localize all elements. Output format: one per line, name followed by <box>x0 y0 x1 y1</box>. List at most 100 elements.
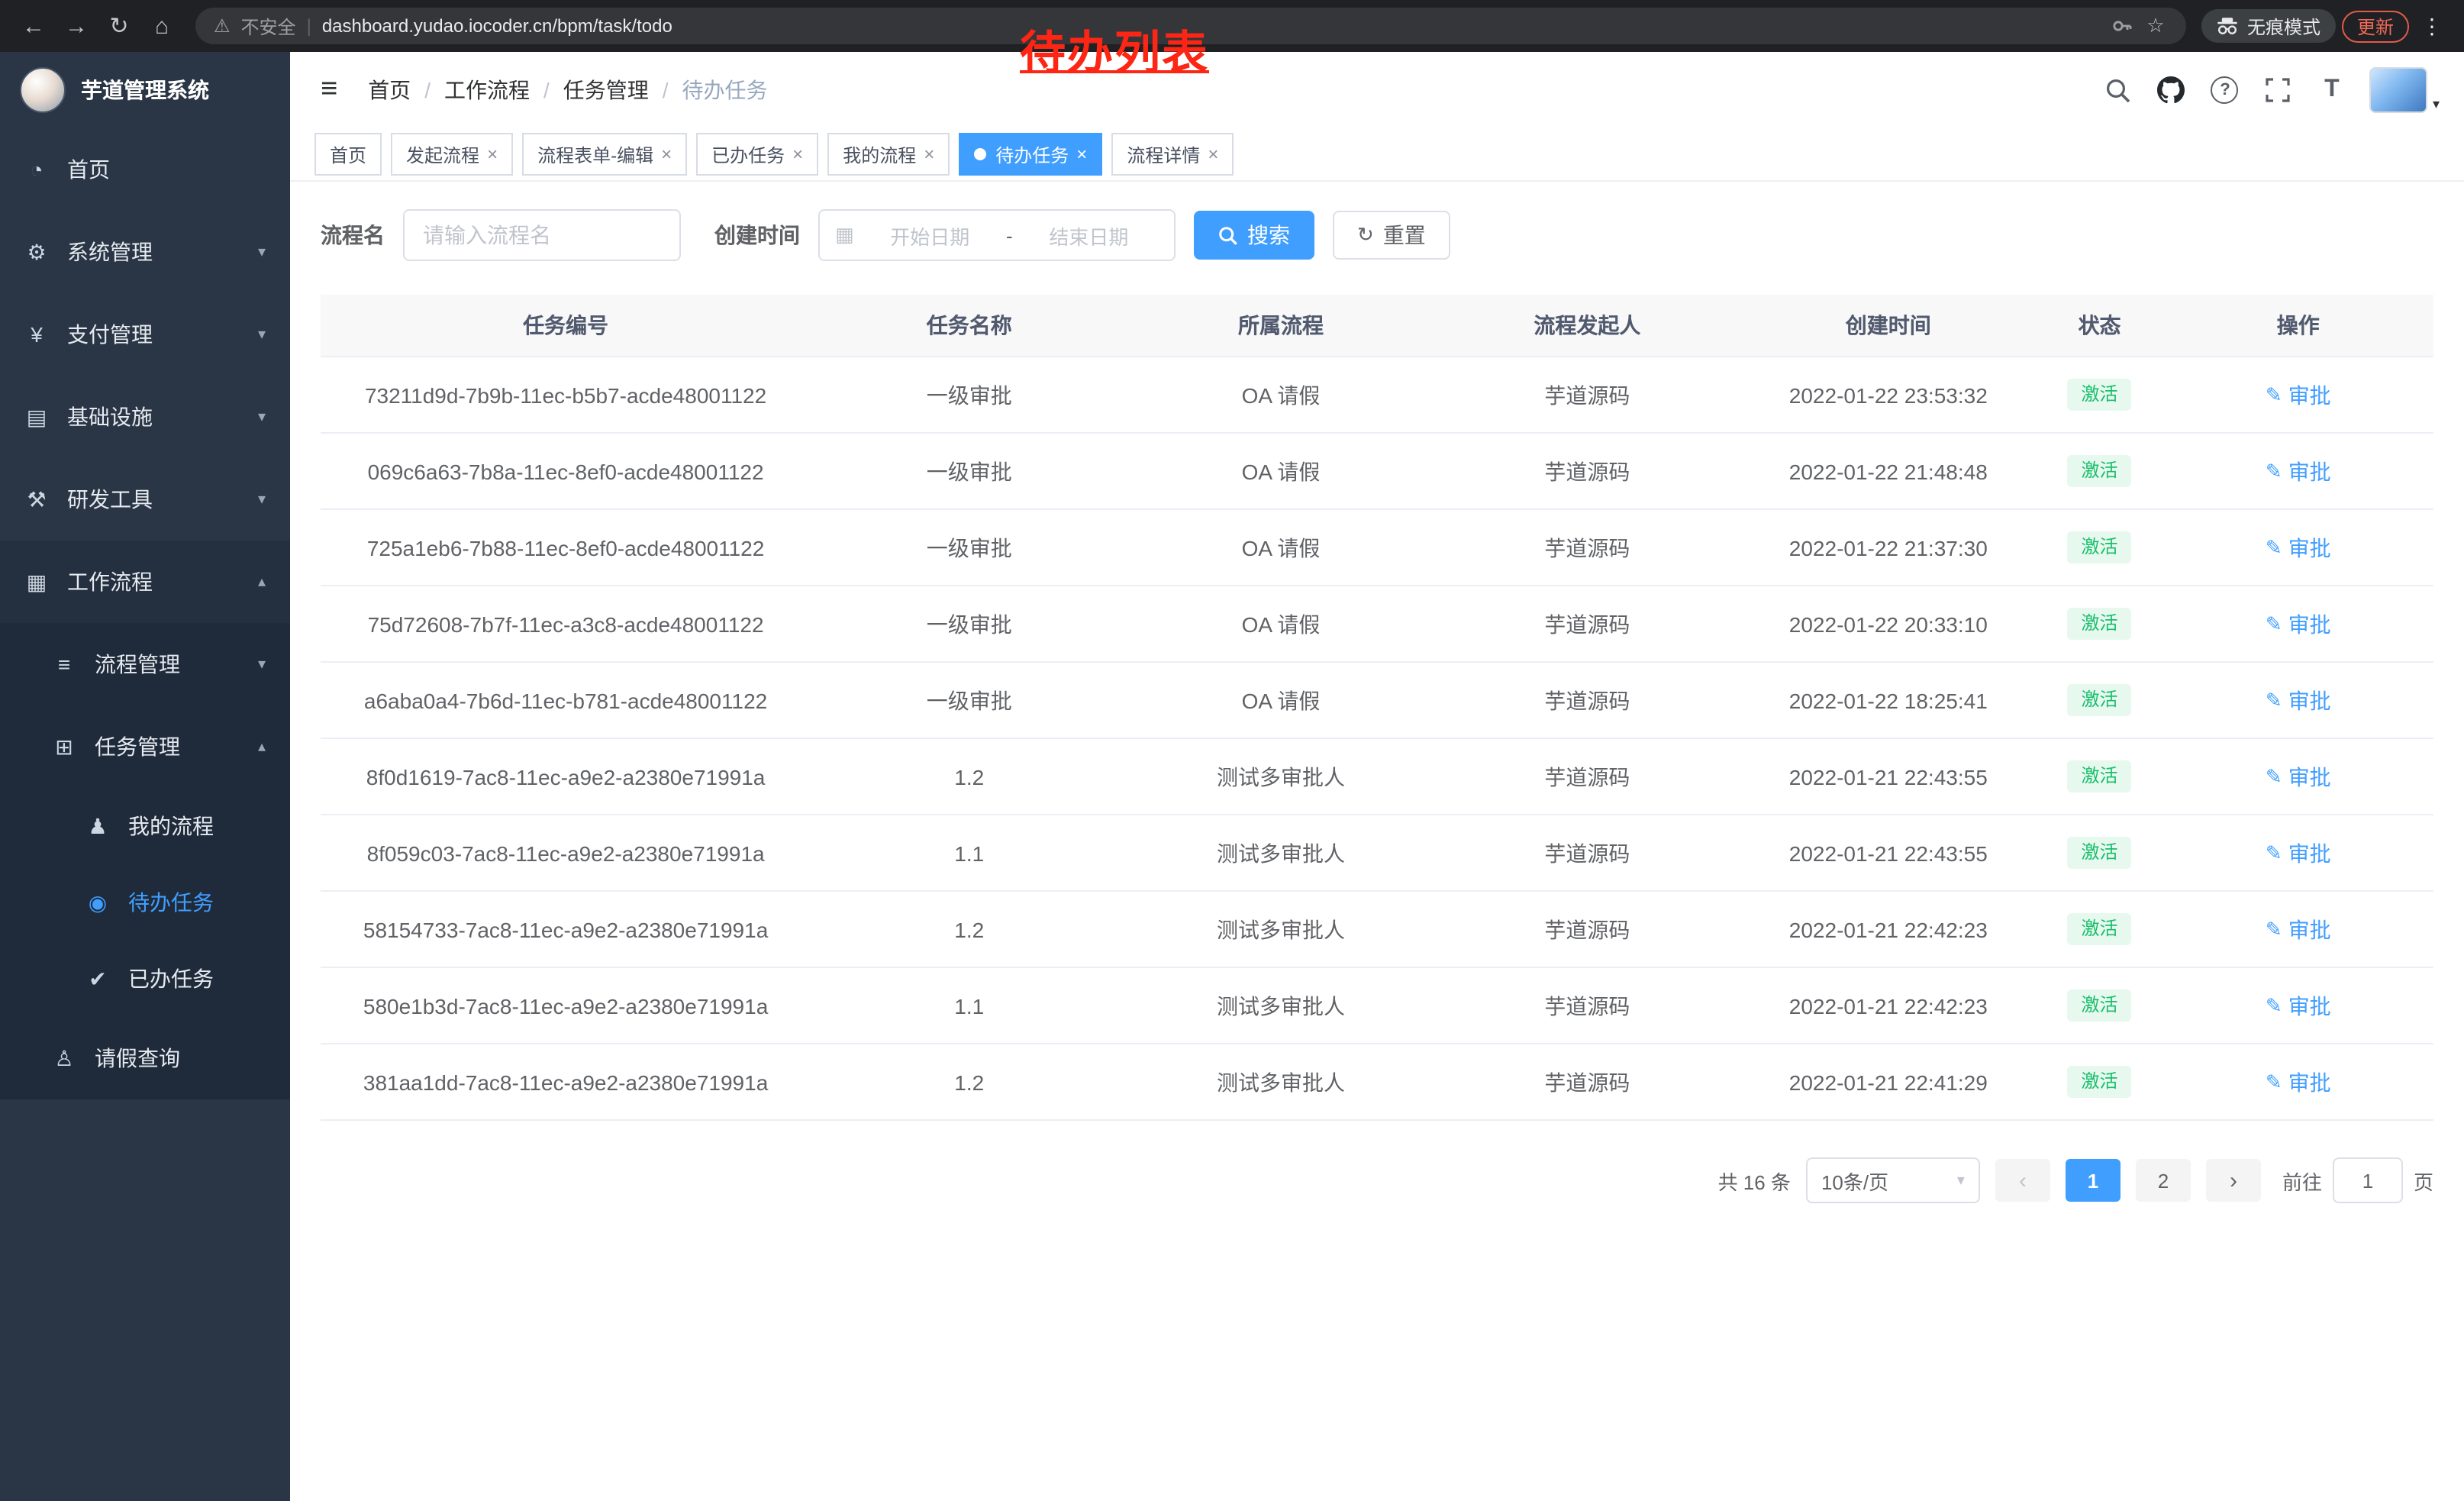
table-row: 75d72608-7b7f-11ec-a3c8-acde48001122 一级审… <box>321 586 2433 662</box>
sidebar-item-label: 研发工具 <box>67 484 153 515</box>
cell-action: ✎ 审批 <box>2163 967 2433 1044</box>
close-icon[interactable]: × <box>1076 145 1087 163</box>
breadcrumb-workflow[interactable]: 工作流程 <box>444 75 530 105</box>
approve-link[interactable]: ✎ 审批 <box>2266 914 2331 944</box>
workflow-submenu: ≡ 流程管理 ▾ ⊞ 任务管理 ▴ ♟ 我的流程 ◉ 待办任务 <box>0 623 290 1099</box>
tab-label: 流程表单-编辑 <box>537 141 653 167</box>
close-icon[interactable]: × <box>1208 145 1218 163</box>
chevron-down-icon: ▾ <box>258 326 266 343</box>
tab-start-process[interactable]: 发起流程 × <box>391 133 513 176</box>
task-table-body: 73211d9d-7b9b-11ec-b5b7-acde48001122 一级审… <box>321 357 2433 1120</box>
address-divider: | <box>307 15 311 37</box>
sidebar-item-payment-mgmt[interactable]: ¥ 支付管理 ▾ <box>0 293 290 376</box>
bookmark-star-icon[interactable]: ☆ <box>2143 8 2168 44</box>
sidebar-item-dev-tools[interactable]: ⚒ 研发工具 ▾ <box>0 458 290 541</box>
approve-link-label: 审批 <box>2288 1067 2331 1097</box>
tab-my-process[interactable]: 我的流程 × <box>827 133 950 176</box>
table-row: 58154733-7ac8-11ec-a9e2-a2380e71991a 1.2… <box>321 891 2433 967</box>
cell-starter: 芋道源码 <box>1434 891 1740 967</box>
tab-label: 我的流程 <box>843 141 916 167</box>
sidebar-item-label: 我的流程 <box>128 811 214 841</box>
sidebar-item-process-mgmt[interactable]: ≡ 流程管理 ▾ <box>0 623 290 705</box>
tab-process-form-edit[interactable]: 流程表单-编辑 × <box>522 133 687 176</box>
sidebar-item-home[interactable]: ◔ 首页 <box>0 128 290 211</box>
close-icon[interactable]: × <box>924 145 934 163</box>
sidebar-item-system-mgmt[interactable]: ⚙ 系统管理 ▾ <box>0 211 290 293</box>
process-name-input[interactable] <box>403 209 681 261</box>
status-badge: 激活 <box>2068 760 2132 792</box>
breadcrumb-home[interactable]: 首页 <box>368 75 411 105</box>
tab-done-tasks[interactable]: 已办任务 × <box>696 133 818 176</box>
approve-link[interactable]: ✎ 审批 <box>2266 532 2331 563</box>
date-range-picker[interactable]: ▦ 开始日期 - 结束日期 <box>818 209 1176 261</box>
refresh-icon[interactable]: ↻ <box>101 8 137 44</box>
cell-status: 激活 <box>2037 357 2163 433</box>
col-task-id: 任务编号 <box>321 295 811 357</box>
breadcrumb-task-mgmt[interactable]: 任务管理 <box>563 75 649 105</box>
user-menu[interactable]: ▾ <box>2370 67 2440 113</box>
app-logo[interactable]: 芋道管理系统 <box>0 52 290 128</box>
approve-link[interactable]: ✎ 审批 <box>2266 761 2331 792</box>
sidebar-item-workflow[interactable]: ▦ 工作流程 ▴ <box>0 541 290 623</box>
approve-link[interactable]: ✎ 审批 <box>2266 990 2331 1021</box>
tab-todo-tasks[interactable]: 待办任务 × <box>959 133 1102 176</box>
approve-link[interactable]: ✎ 审批 <box>2266 838 2331 868</box>
sidebar-toggle-icon[interactable]: ≡ <box>314 73 343 107</box>
sidebar-item-infrastructure[interactable]: ▤ 基础设施 ▾ <box>0 376 290 458</box>
cell-task-name: 一级审批 <box>811 509 1127 586</box>
cell-task-name: 1.2 <box>811 738 1127 815</box>
reset-button[interactable]: ↻ 重置 <box>1333 211 1450 260</box>
cell-action: ✎ 审批 <box>2163 662 2433 738</box>
next-page-button[interactable]: › <box>2206 1159 2261 1202</box>
github-icon[interactable] <box>2156 75 2187 105</box>
browser-menu-icon[interactable]: ⋮ <box>2415 13 2449 39</box>
col-created: 创建时间 <box>1740 295 2037 357</box>
approve-link-label: 审批 <box>2288 761 2331 792</box>
help-icon[interactable]: ? <box>2210 75 2240 105</box>
edit-icon: ✎ <box>2266 993 2282 1018</box>
approve-link[interactable]: ✎ 审批 <box>2266 379 2331 410</box>
search-button[interactable]: 搜索 <box>1194 211 1314 260</box>
cell-starter: 芋道源码 <box>1434 1044 1740 1120</box>
prev-page-button[interactable]: ‹ <box>1995 1159 2050 1202</box>
approve-link[interactable]: ✎ 审批 <box>2266 608 2331 639</box>
cell-task-id: 069c6a63-7b8a-11ec-8ef0-acde48001122 <box>321 433 811 509</box>
search-icon[interactable] <box>2103 75 2133 105</box>
key-icon[interactable] <box>2111 15 2133 37</box>
page-button-1[interactable]: 1 <box>2066 1159 2121 1202</box>
page-button-2[interactable]: 2 <box>2136 1159 2191 1202</box>
approve-link[interactable]: ✎ 审批 <box>2266 1067 2331 1097</box>
home-icon[interactable]: ⌂ <box>144 8 180 44</box>
fullscreen-icon[interactable] <box>2263 75 2294 105</box>
edit-icon: ✎ <box>2266 688 2282 712</box>
sidebar-item-label: 待办任务 <box>128 887 214 918</box>
sidebar-item-done-tasks[interactable]: ✔ 已办任务 <box>0 941 290 1017</box>
sidebar-item-leave-query[interactable]: ♙ 请假查询 <box>0 1017 290 1099</box>
page-size-select[interactable]: 10条/页 ▾ <box>1806 1157 1980 1203</box>
chevron-down-icon: ▾ <box>258 656 266 673</box>
text-size-icon[interactable]: T <box>2317 75 2347 105</box>
close-icon[interactable]: × <box>792 145 803 163</box>
tab-process-detail[interactable]: 流程详情 × <box>1111 133 1234 176</box>
sidebar-item-my-process[interactable]: ♟ 我的流程 <box>0 788 290 864</box>
tab-label: 流程详情 <box>1127 141 1200 167</box>
cell-task-name: 1.1 <box>811 967 1127 1044</box>
approve-link[interactable]: ✎ 审批 <box>2266 456 2331 486</box>
cell-status: 激活 <box>2037 586 2163 662</box>
status-badge: 激活 <box>2068 1065 2132 1098</box>
back-icon[interactable]: ← <box>15 8 52 44</box>
update-button[interactable]: 更新 <box>2342 10 2409 42</box>
total-count: 共 16 条 <box>1718 1166 1791 1195</box>
approve-link[interactable]: ✎ 审批 <box>2266 685 2331 715</box>
close-icon[interactable]: × <box>661 145 672 163</box>
goto-page-input[interactable] <box>2333 1157 2403 1203</box>
close-icon[interactable]: × <box>487 145 498 163</box>
cell-created: 2022-01-21 22:43:55 <box>1740 738 2037 815</box>
forward-icon[interactable]: → <box>58 8 95 44</box>
cell-process: 测试多审批人 <box>1127 815 1434 891</box>
sidebar-item-todo-tasks[interactable]: ◉ 待办任务 <box>0 864 290 941</box>
sidebar-item-label: 流程管理 <box>95 649 180 679</box>
tab-home[interactable]: 首页 <box>314 133 382 176</box>
edit-icon: ✎ <box>2266 383 2282 407</box>
sidebar-item-task-mgmt[interactable]: ⊞ 任务管理 ▴ <box>0 705 290 788</box>
